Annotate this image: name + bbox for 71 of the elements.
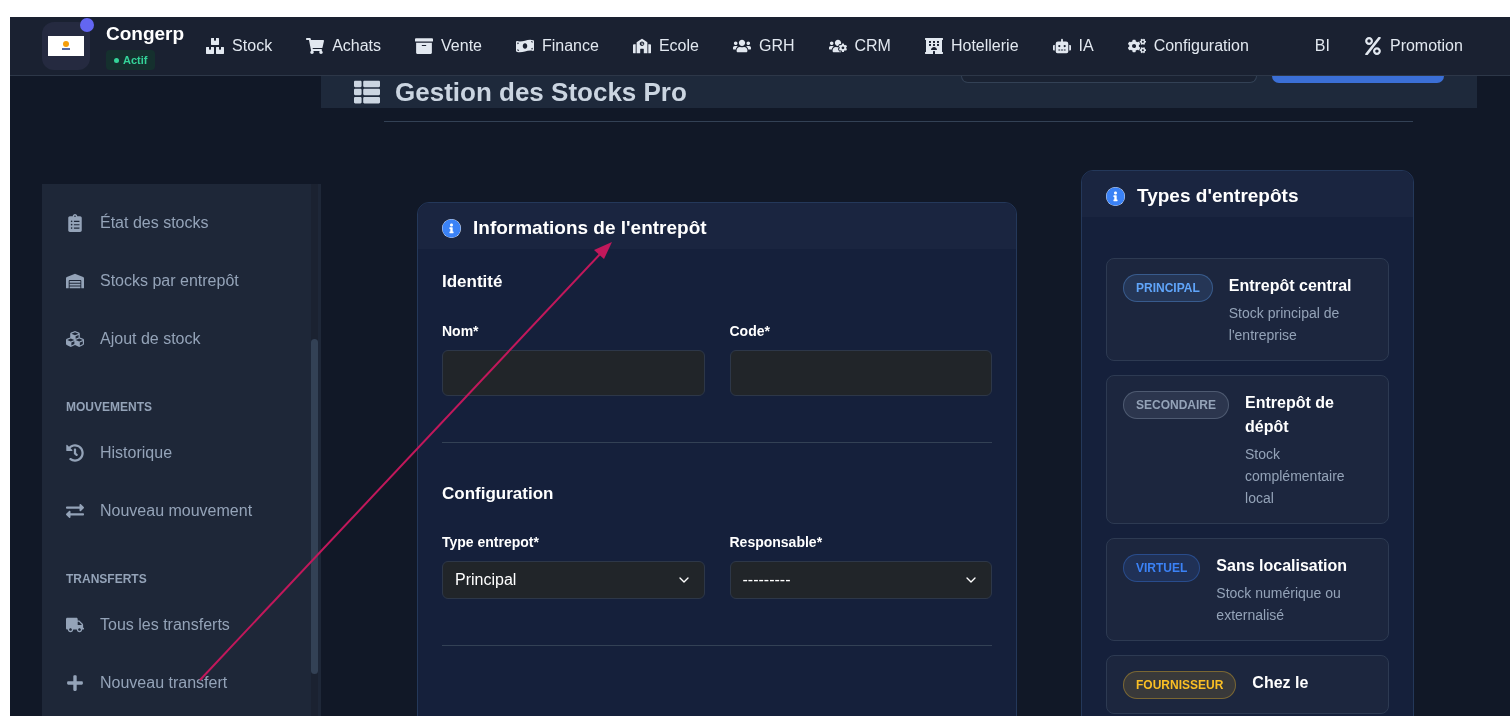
- type-description: Stock complémentaire local: [1245, 445, 1346, 508]
- field-label: Nom*: [442, 321, 480, 341]
- cart-icon: [306, 37, 325, 55]
- nav-link[interactable]: Promotion: [1363, 34, 1463, 58]
- page-title: Gestion des Stocks Pro: [395, 76, 687, 108]
- nav-link[interactable]: Configuration: [1127, 34, 1249, 58]
- nav-link[interactable]: Hotellerie: [924, 34, 1019, 58]
- warehouse-icon: [66, 272, 84, 290]
- sidebar-item[interactable]: Nouveau transfert: [66, 654, 311, 712]
- nav-link[interactable]: Achats: [306, 34, 382, 58]
- nav-link[interactable]: CRM: [828, 34, 891, 58]
- type-description: Stock principal de l'entreprise: [1228, 304, 1341, 345]
- banknote-icon: [516, 37, 534, 55]
- plus-icon: [66, 674, 84, 692]
- users-gear-icon: [828, 37, 847, 55]
- cubes-icon: [66, 330, 84, 348]
- type-name: Chez le: [1252, 673, 1309, 693]
- users-icon: [732, 37, 751, 55]
- nav-link[interactable]: IA: [1052, 34, 1094, 58]
- archive-icon: [415, 37, 434, 55]
- school-icon: [632, 37, 651, 55]
- text-field[interactable]: [729, 349, 992, 396]
- robot-icon: [1052, 37, 1071, 55]
- field-label: Responsable*: [729, 533, 824, 552]
- sidebar-item[interactable]: Historique: [66, 424, 311, 482]
- nav-link[interactable]: GRH: [732, 34, 795, 58]
- nav-link[interactable]: Stock: [206, 34, 273, 58]
- section-heading: MOUVEMENTS: [66, 399, 153, 416]
- info-icon: [1106, 186, 1125, 206]
- field-label: Type entrepot*: [442, 533, 540, 552]
- status-badge: Actif: [106, 49, 156, 71]
- percent-icon: [1363, 37, 1382, 55]
- search-field[interactable]: [961, 76, 1257, 83]
- nav-link[interactable]: BI: [1314, 34, 1330, 58]
- section-title: Identité: [442, 271, 504, 293]
- logo-icon[interactable]: [42, 22, 90, 70]
- brand-name: Congerp: [106, 21, 185, 46]
- truck-icon: [66, 616, 84, 634]
- type-description: Stock numérique ou externalisé: [1216, 584, 1342, 625]
- exchange-icon: [66, 502, 84, 520]
- sidebar-item[interactable]: Nouveau mouvement: [66, 482, 311, 540]
- type-badge: FOURNISSEUR: [1123, 671, 1237, 699]
- action-button[interactable]: [1272, 76, 1444, 83]
- gears-icon: [1127, 37, 1146, 55]
- type-badge: SECONDAIRE: [1123, 391, 1229, 419]
- sidebar-item[interactable]: Stocks par entrepôt: [66, 252, 311, 310]
- type-badge: VIRTUEL: [1123, 554, 1201, 582]
- building-icon: [924, 37, 943, 55]
- field-label: Code*: [729, 321, 771, 341]
- clipboard-icon: [66, 214, 84, 232]
- sidebar-item[interactable]: Tous les transferts: [66, 596, 311, 654]
- sidebar-item[interactable]: État des stocks: [66, 194, 311, 252]
- nav-link[interactable]: Finance: [516, 34, 599, 58]
- section-title: Configuration: [442, 482, 555, 505]
- card-title: Types d'entrepôts: [1137, 183, 1299, 208]
- type-name: Entrepôt central: [1228, 276, 1353, 296]
- type-name: Sans localisation: [1216, 556, 1349, 576]
- sidebar-item[interactable]: Ajout de stock: [66, 310, 311, 368]
- type-name: Entrepôt de dépôt: [1245, 393, 1335, 437]
- type-badge: PRINCIPAL: [1123, 274, 1213, 302]
- boxes-icon: [206, 37, 225, 55]
- nav-link[interactable]: Vente: [415, 34, 482, 58]
- select-field[interactable]: ---------: [729, 561, 992, 599]
- list-icon: [351, 79, 383, 105]
- text-field[interactable]: [442, 349, 705, 396]
- info-icon: [442, 218, 461, 238]
- history-icon: [66, 444, 84, 462]
- section-heading: TRANSFERTS: [66, 571, 148, 588]
- nav-link[interactable]: Ecole: [632, 34, 699, 58]
- select-field[interactable]: Principal: [442, 561, 705, 599]
- card-title: Informations de l'entrepôt: [473, 215, 707, 240]
